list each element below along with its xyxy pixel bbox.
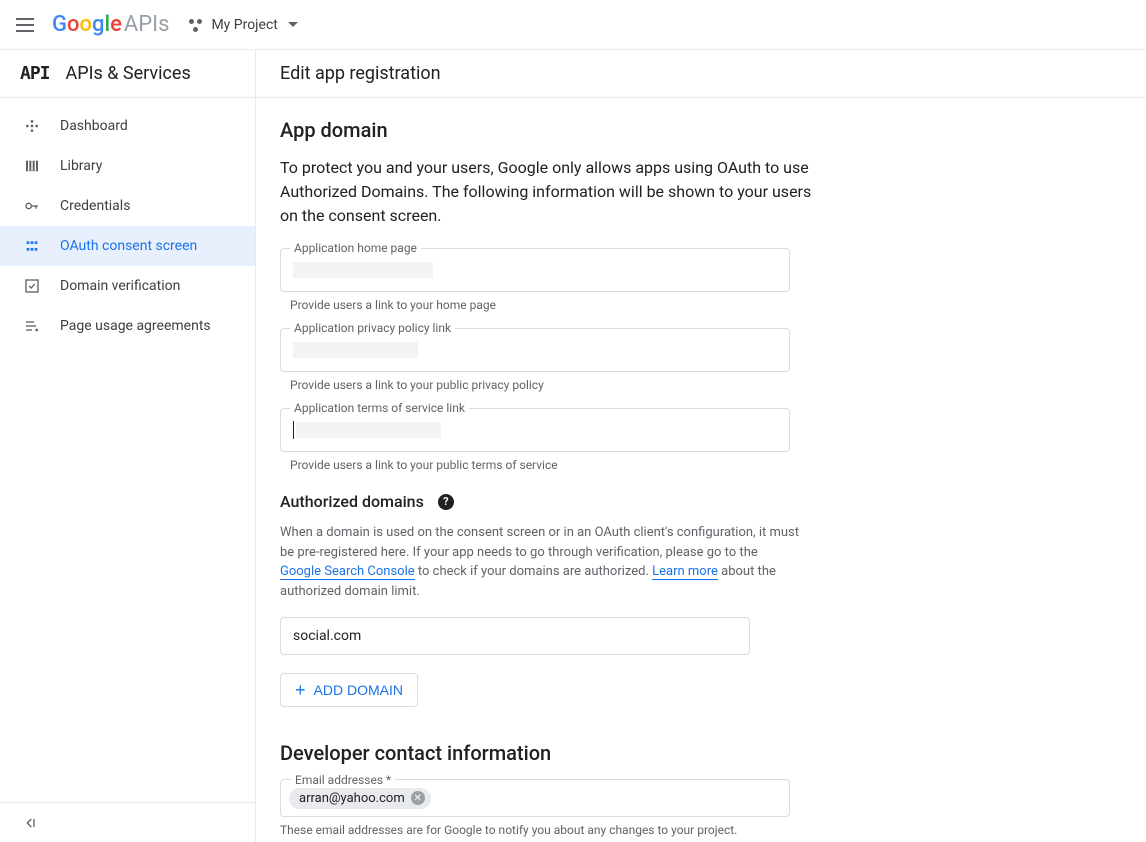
dashboard-icon (22, 116, 42, 136)
privacy-value-redacted (293, 342, 418, 358)
learn-more-link[interactable]: Learn more (652, 564, 718, 580)
plus-icon: + (295, 681, 306, 699)
home-page-value-redacted (293, 262, 433, 278)
email-chip-text: arran@yahoo.com (299, 791, 405, 806)
sidebar-item-domain-verification[interactable]: Domain verification (0, 266, 255, 306)
sidebar-item-page-usage[interactable]: Page usage agreements (0, 306, 255, 346)
remove-chip-icon[interactable]: ✕ (411, 791, 425, 805)
sidebar-item-label: OAuth consent screen (60, 238, 197, 254)
sidebar-item-oauth-consent[interactable]: OAuth consent screen (0, 226, 255, 266)
sidebar-header: API APIs & Services (0, 50, 255, 98)
domain-value: social.com (293, 628, 361, 644)
top-bar: Google APIs My Project (0, 0, 1146, 50)
add-domain-button[interactable]: + ADD DOMAIN (280, 673, 418, 707)
sidebar-item-credentials[interactable]: Credentials (0, 186, 255, 226)
library-icon (22, 156, 42, 176)
search-console-link[interactable]: Google Search Console (280, 564, 415, 580)
project-icon (187, 17, 203, 33)
authorized-domains-description: When a domain is used on the consent scr… (280, 523, 800, 601)
sidebar-item-label: Page usage agreements (60, 318, 211, 334)
consent-icon (22, 236, 42, 256)
email-field-label: Email addresses * (291, 773, 395, 787)
help-icon[interactable]: ? (438, 494, 454, 510)
privacy-field[interactable]: Application privacy policy link (280, 328, 1052, 372)
google-apis-logo: Google APIs (52, 12, 169, 37)
sidebar-item-label: Credentials (60, 198, 130, 214)
menu-icon[interactable] (16, 18, 34, 32)
check-icon (22, 276, 42, 296)
email-chip: arran@yahoo.com ✕ (289, 788, 431, 809)
app-domain-description: To protect you and your users, Google on… (280, 156, 820, 228)
sidebar-item-library[interactable]: Library (0, 146, 255, 186)
sidebar-item-label: Dashboard (60, 118, 128, 134)
authorized-domains-heading: Authorized domains (280, 492, 424, 511)
project-picker[interactable]: My Project (187, 17, 297, 33)
project-name: My Project (211, 17, 277, 33)
text-cursor (293, 421, 294, 439)
tos-label: Application terms of service link (290, 401, 469, 415)
developer-contact-heading: Developer contact information (280, 741, 1052, 765)
api-icon: API (20, 63, 50, 84)
tos-field[interactable]: Application terms of service link (280, 408, 1052, 452)
tos-helper: Provide users a link to your public term… (290, 458, 1052, 472)
sidebar-item-label: Library (60, 158, 102, 174)
app-domain-heading: App domain (280, 118, 1052, 142)
chevron-left-icon (22, 815, 38, 831)
sidebar-title: APIs & Services (66, 63, 191, 84)
sidebar-item-label: Domain verification (60, 278, 180, 294)
tos-value-redacted (296, 422, 441, 438)
home-page-field[interactable]: Application home page (280, 248, 1052, 292)
main-content: Edit app registration App domain To prot… (256, 50, 1146, 842)
authorized-domain-input[interactable]: social.com (280, 617, 750, 655)
page-title: Edit app registration (256, 50, 1146, 98)
sidebar-item-dashboard[interactable]: Dashboard (0, 106, 255, 146)
privacy-label: Application privacy policy link (290, 321, 455, 335)
email-addresses-field[interactable]: Email addresses * arran@yahoo.com ✕ (280, 779, 790, 817)
chevron-down-icon (288, 22, 298, 27)
add-domain-label: ADD DOMAIN (314, 682, 403, 698)
agreements-icon (22, 316, 42, 336)
email-helper: These email addresses are for Google to … (280, 823, 1052, 837)
key-icon (22, 196, 42, 216)
home-page-helper: Provide users a link to your home page (290, 298, 1052, 312)
collapse-sidebar-button[interactable] (0, 802, 255, 842)
sidebar: API APIs & Services Dashboard Library Cr… (0, 50, 256, 842)
home-page-label: Application home page (290, 241, 421, 255)
privacy-helper: Provide users a link to your public priv… (290, 378, 1052, 392)
